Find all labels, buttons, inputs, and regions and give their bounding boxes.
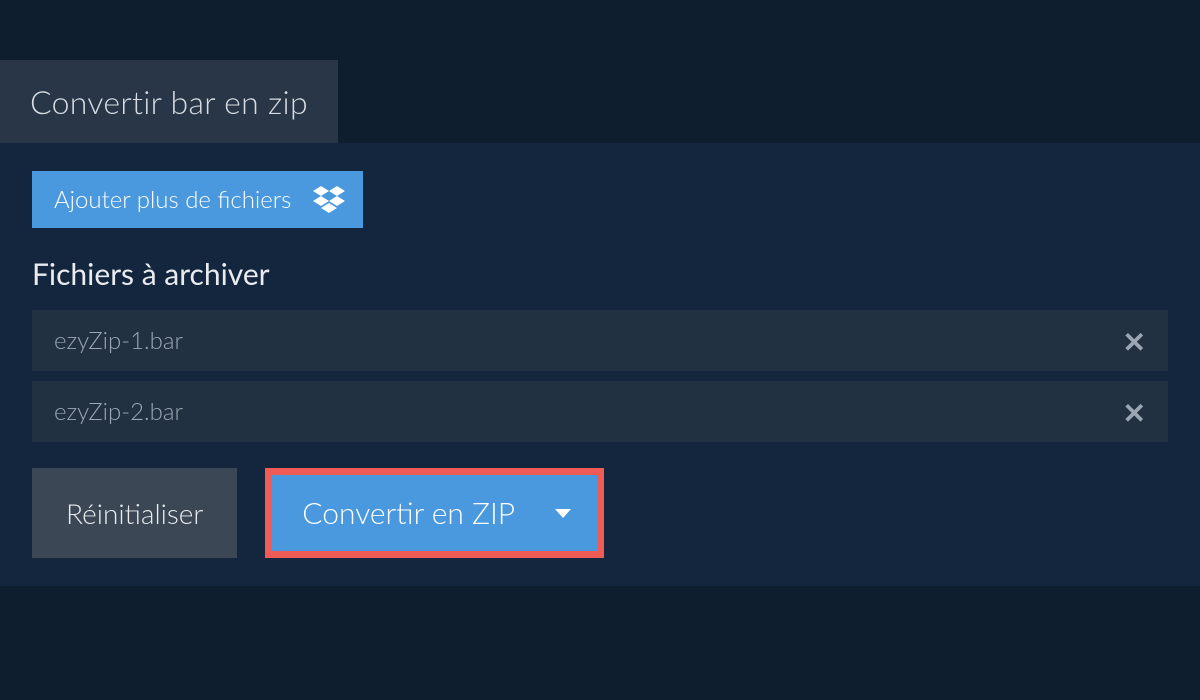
file-name: ezyZip-2.bar (54, 397, 183, 426)
add-files-label: Ajouter plus de fichiers (54, 185, 291, 214)
action-buttons: Réinitialiser Convertir en ZIP (32, 468, 1168, 558)
top-bar (0, 0, 1200, 60)
convert-button-highlight: Convertir en ZIP (265, 468, 604, 558)
remove-file-icon[interactable]: ✕ (1123, 327, 1146, 355)
footer-bar (0, 680, 1200, 700)
file-name: ezyZip-1.bar (54, 326, 183, 355)
add-files-button[interactable]: Ajouter plus de fichiers (32, 171, 363, 228)
reset-label: Réinitialiser (66, 496, 203, 530)
chevron-down-icon (555, 509, 571, 518)
remove-file-icon[interactable]: ✕ (1123, 398, 1146, 426)
tab-container: Convertir bar en zip (0, 60, 1200, 143)
tab-convert[interactable]: Convertir bar en zip (0, 60, 338, 143)
convert-button[interactable]: Convertir en ZIP (272, 475, 597, 551)
file-row: ezyZip-1.bar ✕ (32, 310, 1168, 371)
dropbox-icon (313, 186, 345, 214)
convert-label: Convertir en ZIP (302, 495, 515, 531)
reset-button[interactable]: Réinitialiser (32, 468, 237, 558)
files-heading: Fichiers à archiver (32, 256, 1168, 292)
tab-title: Convertir bar en zip (30, 82, 308, 121)
file-list: ezyZip-1.bar ✕ ezyZip-2.bar ✕ (32, 310, 1168, 442)
main-content: Ajouter plus de fichiers Fichiers à arch… (0, 143, 1200, 586)
file-row: ezyZip-2.bar ✕ (32, 381, 1168, 442)
